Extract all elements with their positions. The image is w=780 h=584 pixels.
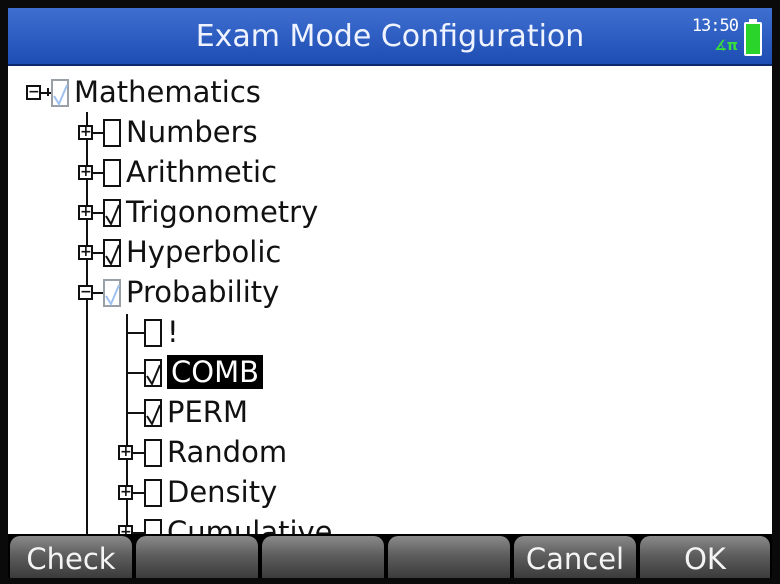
tree-item-density[interactable]: + Density <box>8 472 408 512</box>
tree-item-label: Hyperbolic <box>126 235 282 269</box>
expand-icon[interactable]: + <box>78 165 93 180</box>
tree-item-mathematics[interactable]: − Mathematics <box>8 72 408 112</box>
tree-branch <box>133 452 144 454</box>
empty-softkey[interactable] <box>262 536 384 578</box>
tree-item-comb[interactable]: COMB <box>8 352 408 392</box>
exam-config-tree[interactable]: − Mathematics + Numbers + Arithmetic + T… <box>8 66 772 536</box>
check-icon <box>53 84 68 107</box>
checkbox-factorial[interactable] <box>144 319 162 347</box>
checkbox-probability[interactable] <box>103 279 121 307</box>
tree-branch <box>93 172 103 174</box>
empty-softkey[interactable] <box>388 536 510 578</box>
checkbox-numbers[interactable] <box>103 119 121 147</box>
empty-softkey[interactable] <box>136 536 258 578</box>
tree-branch <box>41 92 51 94</box>
check-icon <box>105 244 120 267</box>
tree-item-label: Mathematics <box>74 75 261 109</box>
expand-icon[interactable]: + <box>78 125 93 140</box>
check-softkey[interactable]: Check <box>10 536 132 578</box>
checkbox-trigonometry[interactable] <box>103 199 121 227</box>
tree-item-label: Cumulative <box>167 515 333 536</box>
tree-item-trigonometry[interactable]: + Trigonometry <box>8 192 408 232</box>
tree-branch <box>133 492 144 494</box>
check-icon <box>146 364 161 387</box>
tree-branch <box>126 332 144 334</box>
tree-branch <box>93 252 103 254</box>
tree-item-cumulative[interactable]: + Cumulative <box>8 512 408 536</box>
tree-branch <box>93 292 103 294</box>
expand-icon[interactable]: + <box>78 205 93 220</box>
expand-icon[interactable]: + <box>118 445 133 460</box>
checkbox-perm[interactable] <box>144 399 162 427</box>
window-title: Exam Mode Configuration <box>195 19 585 54</box>
tree-item-label: Numbers <box>126 115 258 149</box>
checkbox-arithmetic[interactable] <box>103 159 121 187</box>
title-bar: Exam Mode Configuration 13:50 ∡π <box>8 8 772 66</box>
ok-softkey[interactable]: OK <box>640 536 770 578</box>
collapse-icon[interactable]: − <box>78 285 93 300</box>
tree-item-label-selected: COMB <box>167 355 263 389</box>
tree-item-factorial[interactable]: ! <box>8 312 408 352</box>
check-icon <box>105 284 120 307</box>
check-icon <box>146 404 161 427</box>
expand-icon[interactable]: + <box>118 485 133 500</box>
tree-item-label: Probability <box>126 275 280 309</box>
checkbox-random[interactable] <box>144 439 162 467</box>
tree-branch <box>126 372 144 374</box>
collapse-icon[interactable]: − <box>26 85 41 100</box>
clock: 13:50 <box>691 16 739 36</box>
tree-item-hyperbolic[interactable]: + Hyperbolic <box>8 232 408 272</box>
tree-branch <box>126 412 144 414</box>
tree-item-label: Arithmetic <box>126 155 278 189</box>
angle-mode-indicator: ∡π <box>714 38 738 54</box>
checkbox-comb[interactable] <box>144 359 162 387</box>
tree-item-arithmetic[interactable]: + Arithmetic <box>8 152 408 192</box>
tree-item-label: Trigonometry <box>126 195 319 229</box>
tree-item-random[interactable]: + Random <box>8 432 408 472</box>
softkey-bar: Check Cancel OK <box>8 534 772 578</box>
expand-icon[interactable]: + <box>78 245 93 260</box>
tree-item-label: Density <box>167 475 278 509</box>
tree-item-probability[interactable]: − Probability <box>8 272 408 312</box>
tree-item-numbers[interactable]: + Numbers <box>8 112 408 152</box>
checkbox-density[interactable] <box>144 479 162 507</box>
checkbox-hyperbolic[interactable] <box>103 239 121 267</box>
checkbox-mathematics[interactable] <box>51 79 69 107</box>
tree-item-label: PERM <box>167 395 248 429</box>
cancel-softkey[interactable]: Cancel <box>514 536 636 578</box>
calculator-screen: Exam Mode Configuration 13:50 ∡π − Mathe… <box>8 8 772 578</box>
tree-item-label: ! <box>167 315 179 349</box>
tree-item-label: Random <box>167 435 288 469</box>
tree-branch <box>93 212 103 214</box>
tree-branch <box>93 132 103 134</box>
battery-icon <box>744 19 762 56</box>
tree-item-perm[interactable]: PERM <box>8 392 408 432</box>
check-icon <box>105 204 120 227</box>
